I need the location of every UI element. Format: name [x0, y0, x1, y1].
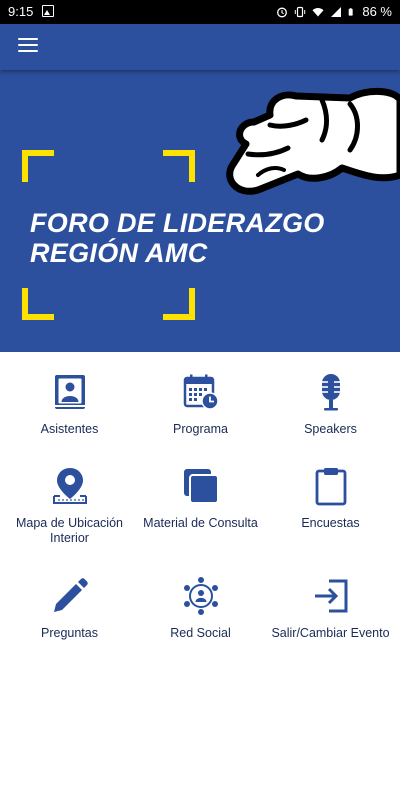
signal-icon — [331, 6, 342, 17]
frame-corner-bottom-right — [163, 288, 195, 320]
menu-item-mapa[interactable]: Mapa de Ubicación Interior — [3, 466, 136, 546]
menu-grid: Asistentes Programa Speakers Mapa de Ubi… — [0, 352, 400, 800]
menu-item-encuestas[interactable]: Encuestas — [264, 466, 397, 531]
status-time: 9:15 — [8, 4, 34, 19]
attendees-icon — [54, 375, 85, 409]
menu-item-speakers[interactable]: Speakers — [264, 372, 397, 437]
microphone-icon — [321, 374, 340, 411]
banner-title: FORO DE LIDERAZGO REGIÓN AMC — [30, 208, 325, 268]
menu-item-programa[interactable]: Programa — [134, 372, 267, 437]
wifi-icon — [312, 7, 324, 16]
menu-label-red-social: Red Social — [170, 626, 231, 640]
frame-corner-bottom-left — [22, 288, 54, 320]
app-bar — [0, 24, 400, 70]
image-notification-icon — [42, 5, 54, 17]
menu-label-speakers: Speakers — [304, 422, 357, 436]
menu-label-material: Material de Consulta — [143, 516, 258, 530]
hand-illustration — [226, 88, 400, 195]
alarm-icon — [277, 7, 288, 17]
menu-label-programa: Programa — [173, 422, 228, 436]
frame-corner-top-right — [163, 150, 195, 182]
clipboard-icon — [315, 468, 346, 506]
status-bar: 9:15 86 % — [0, 0, 400, 24]
menu-item-salir[interactable]: Salir/Cambiar Evento — [264, 576, 397, 641]
banner-title-line1: FORO DE LIDERAZGO — [30, 208, 325, 238]
social-network-icon — [183, 577, 218, 615]
menu-label-preguntas: Preguntas — [41, 626, 98, 640]
hamburger-menu-icon[interactable] — [18, 38, 38, 54]
battery-icon — [349, 7, 354, 16]
menu-item-asistentes[interactable]: Asistentes — [3, 372, 136, 437]
frame-corner-top-left — [22, 150, 54, 182]
menu-item-red-social[interactable]: Red Social — [134, 576, 267, 641]
menu-item-material[interactable]: Material de Consulta — [134, 466, 267, 531]
menu-label-encuestas: Encuestas — [301, 516, 360, 530]
menu-item-preguntas[interactable]: Preguntas — [3, 576, 136, 641]
battery-percentage: 86 % — [362, 4, 392, 19]
status-icons: 86 % — [276, 4, 392, 19]
event-banner: FORO DE LIDERAZGO REGIÓN AMC — [0, 70, 400, 352]
banner-title-line2: REGIÓN AMC — [30, 238, 208, 268]
menu-label-mapa: Mapa de Ubicación Interior — [15, 516, 123, 545]
pencil-icon — [53, 578, 88, 612]
vibrate-icon — [295, 6, 306, 17]
documents-icon — [183, 469, 219, 504]
menu-label-salir: Salir/Cambiar Evento — [271, 626, 390, 640]
calendar-icon — [183, 374, 219, 410]
exit-icon — [314, 579, 347, 613]
map-pin-icon — [52, 468, 87, 504]
menu-label-asistentes: Asistentes — [40, 422, 99, 436]
